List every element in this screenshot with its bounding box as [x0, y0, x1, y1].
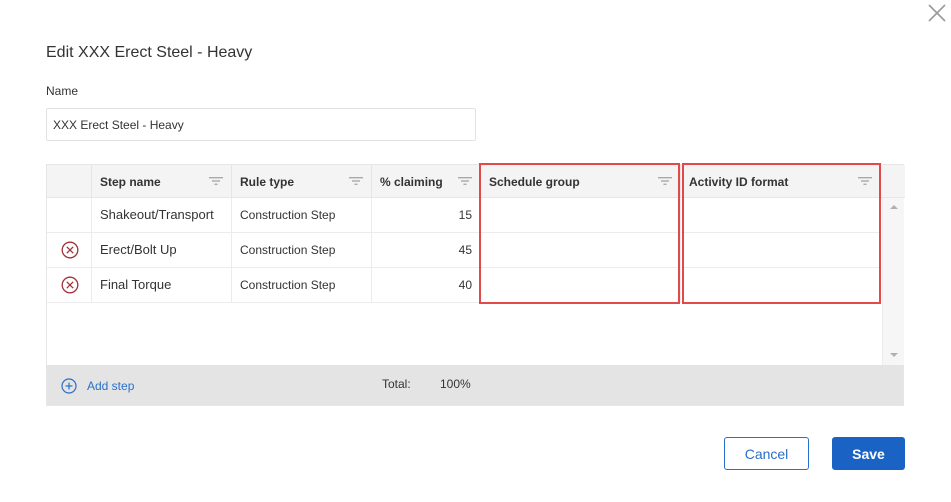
column-header-schedule-group[interactable]: Schedule group [481, 165, 681, 198]
grid-footer: Add step Total: 100% [47, 365, 903, 405]
percent-claiming-text: 15 [458, 208, 472, 222]
table-row[interactable]: Erect/Bolt Up Construction Step 45 [47, 233, 881, 268]
schedule-group-cell[interactable] [481, 268, 681, 302]
header-scroll-cell [881, 165, 903, 198]
close-button[interactable] [926, 2, 948, 24]
step-name-cell[interactable]: Shakeout/Transport [92, 198, 232, 232]
column-header-label: Activity ID format [689, 175, 789, 189]
filter-icon[interactable] [458, 176, 472, 186]
schedule-group-cell[interactable] [481, 233, 681, 267]
activity-id-format-cell[interactable] [681, 268, 881, 302]
column-header-label: % claiming [380, 175, 443, 189]
plus-circle-icon [61, 377, 77, 394]
schedule-group-cell[interactable] [481, 198, 681, 232]
add-step-label: Add step [87, 378, 135, 393]
cancel-button[interactable]: Cancel [724, 437, 809, 470]
add-step-button[interactable]: Add step [61, 377, 134, 394]
percent-claiming-text: 40 [458, 278, 472, 292]
steps-grid: Step name Rule type % claiming Schedule … [46, 164, 905, 406]
rule-type-text: Construction Step [240, 243, 336, 257]
close-icon [928, 4, 946, 22]
step-name-cell[interactable]: Erect/Bolt Up [92, 233, 232, 267]
column-header-label: Rule type [240, 175, 295, 189]
rule-type-text: Construction Step [240, 208, 336, 222]
percent-claiming-cell[interactable]: 40 [372, 268, 481, 302]
filter-icon[interactable] [349, 176, 363, 186]
row-action-cell [47, 233, 92, 267]
column-header-rule-type[interactable]: Rule type [232, 165, 372, 198]
step-name-text: Final Torque [100, 277, 172, 292]
scroll-down-arrow-icon[interactable] [890, 353, 898, 357]
grid-header: Step name Rule type % claiming Schedule … [47, 165, 905, 198]
delete-row-icon[interactable] [61, 241, 79, 259]
delete-row-icon[interactable] [61, 276, 79, 294]
percent-claiming-cell[interactable]: 45 [372, 233, 481, 267]
vertical-scrollbar[interactable] [882, 198, 904, 365]
table-row[interactable]: Shakeout/Transport Construction Step 15 [47, 198, 881, 233]
dialog-title: Edit XXX Erect Steel - Heavy [46, 44, 253, 61]
row-action-cell [47, 198, 92, 232]
rule-type-cell[interactable]: Construction Step [232, 268, 372, 302]
rule-type-text: Construction Step [240, 278, 336, 292]
total-label: Total: [382, 377, 411, 391]
filter-icon[interactable] [209, 176, 223, 186]
column-header-label: Step name [100, 175, 161, 189]
percent-claiming-cell[interactable]: 15 [372, 198, 481, 232]
step-name-cell[interactable]: Final Torque [92, 268, 232, 302]
grid-body: Shakeout/Transport Construction Step 15 [47, 198, 881, 365]
save-button[interactable]: Save [832, 437, 905, 470]
column-header-label: Schedule group [489, 175, 580, 189]
total-value: 100% [440, 377, 471, 391]
column-header-step-name[interactable]: Step name [92, 165, 232, 198]
filter-icon[interactable] [658, 176, 672, 186]
activity-id-format-cell[interactable] [681, 198, 881, 232]
filter-icon[interactable] [858, 176, 872, 186]
rule-type-cell[interactable]: Construction Step [232, 198, 372, 232]
step-name-text: Erect/Bolt Up [100, 242, 177, 257]
rule-type-cell[interactable]: Construction Step [232, 233, 372, 267]
header-action-cell [47, 165, 92, 198]
activity-id-format-cell[interactable] [681, 233, 881, 267]
row-action-cell [47, 268, 92, 302]
percent-claiming-text: 45 [458, 243, 472, 257]
table-row[interactable]: Final Torque Construction Step 40 [47, 268, 881, 303]
name-label: Name [46, 84, 79, 98]
column-header-percent-claiming[interactable]: % claiming [372, 165, 481, 198]
column-header-activity-id-format[interactable]: Activity ID format [681, 165, 881, 198]
step-name-text: Shakeout/Transport [100, 207, 214, 222]
scroll-up-arrow-icon[interactable] [890, 205, 898, 209]
name-input[interactable] [46, 108, 476, 141]
